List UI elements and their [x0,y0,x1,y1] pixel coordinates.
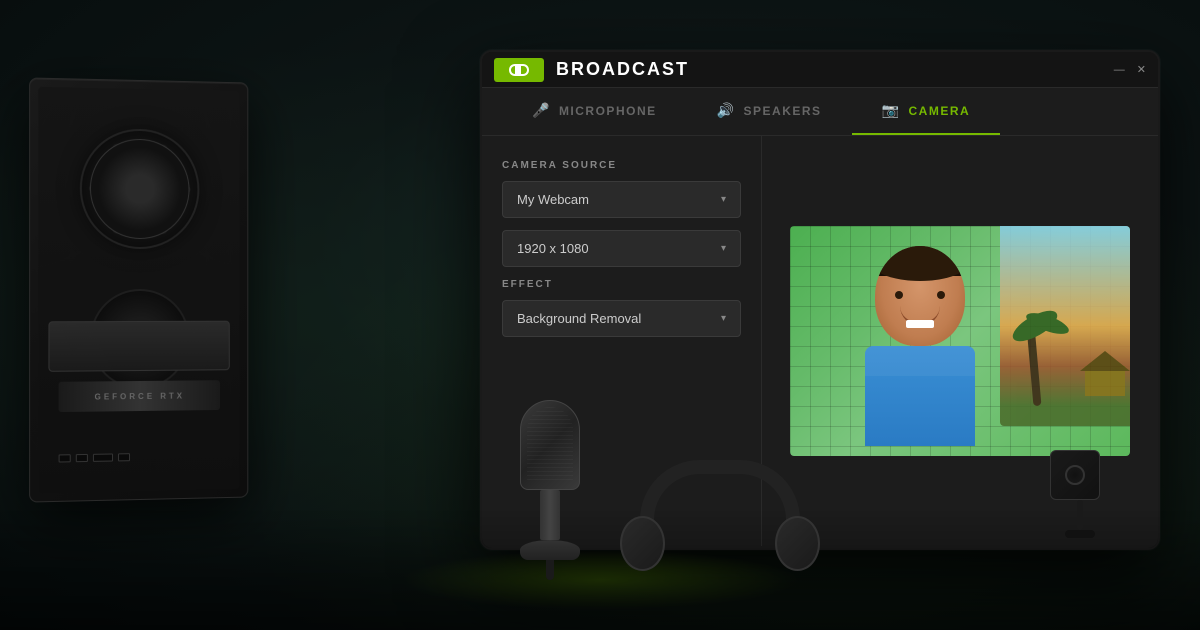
effect-arrow: ▾ [721,313,726,324]
speakers-icon: 🔊 [717,102,736,119]
headphone-cups [620,516,820,571]
mic-body [540,490,560,540]
tab-speakers[interactable]: 🔊 SPEAKERS [687,88,852,135]
pc-tower-inner: GEFORCE RTX [38,87,239,493]
effect-value: Background Removal [517,311,641,326]
close-button[interactable]: ✕ [1137,63,1146,76]
camera-icon: 📷 [882,102,901,119]
nvidia-logo-svg [505,63,533,77]
small-webcam [1050,450,1110,550]
nvidia-logo [494,58,544,82]
headphones [620,460,820,590]
headphone-band [640,460,800,520]
tab-camera-label: CAMERA [909,104,971,118]
headphone-cup-right [775,516,820,571]
window-controls: — ✕ [1114,63,1146,76]
microphone-physical [510,400,590,580]
cam-lens [1065,465,1085,485]
gpu-card [48,321,229,372]
microphone-icon: 🎤 [532,102,551,119]
camera-source-label: CAMERA SOURCE [502,160,741,171]
cam-body [1050,450,1100,500]
person-head [875,246,965,346]
tab-camera[interactable]: 📷 CAMERA [852,88,1001,135]
person-teeth [906,320,934,328]
person-eye-left [895,291,903,299]
mic-foot [546,560,554,580]
pc-rtx-label: GEFORCE RTX [59,380,220,412]
tab-speakers-label: SPEAKERS [744,104,822,118]
person-torso [865,346,975,446]
app-title: BROADCAST [556,59,1114,80]
pc-fan [80,128,200,249]
minimize-button[interactable]: — [1114,64,1125,76]
resolution-dropdown[interactable]: 1920 x 1080 ▾ [502,230,741,267]
tab-microphone-label: MICROPHONE [559,104,657,118]
cam-stand [1077,500,1083,530]
tab-microphone[interactable]: 🎤 MICROPHONE [502,88,687,135]
mic-base [520,540,580,560]
headphone-cup-left [620,516,665,571]
camera-source-arrow: ▾ [721,194,726,205]
effect-dropdown[interactable]: Background Removal ▾ [502,300,741,337]
pc-tower: GEFORCE RTX [29,77,248,502]
preview-person [820,236,1020,456]
person-eye-right [937,291,945,299]
mic-head [520,400,580,490]
resolution-arrow: ▾ [721,243,726,254]
pc-ports [59,453,130,462]
hut-roof [1080,351,1130,371]
effect-label: EFFECT [502,279,741,290]
camera-source-value: My Webcam [517,192,589,207]
shirt-collar [865,346,975,376]
title-bar: BROADCAST — ✕ [482,52,1158,88]
resolution-value: 1920 x 1080 [517,241,589,256]
camera-preview [790,226,1130,456]
camera-source-dropdown[interactable]: My Webcam ▾ [502,181,741,218]
cam-base [1065,530,1095,538]
person-hair [875,246,965,276]
nav-tabs: 🎤 MICROPHONE 🔊 SPEAKERS 📷 CAMERA [482,88,1158,136]
person-eyes [895,291,945,299]
